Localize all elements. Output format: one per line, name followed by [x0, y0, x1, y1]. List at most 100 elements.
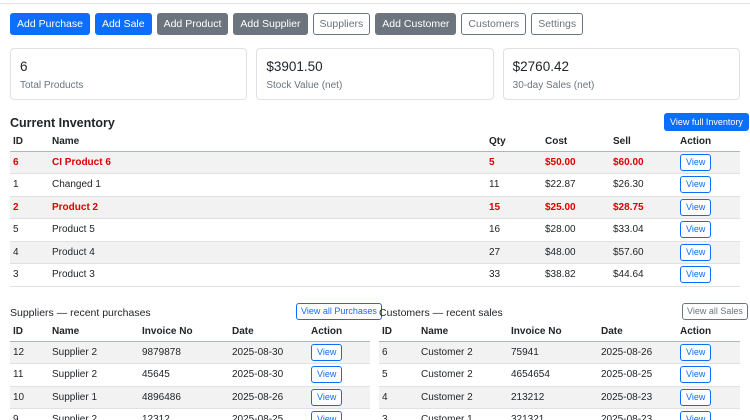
- view-product-button[interactable]: View: [680, 221, 712, 239]
- cell-id: 5: [10, 218, 49, 242]
- customers-table: ID Name Invoice No Date Action 6 Custome…: [379, 322, 740, 420]
- cell-qty: 5: [486, 151, 542, 174]
- view-all-purchases-button[interactable]: View all Purchases: [296, 303, 382, 320]
- cell-id: 3: [379, 408, 418, 420]
- inventory-row: 4 Product 4 27 $48.00 $57.60 View: [10, 241, 740, 264]
- cell-invoice: 45645: [139, 363, 229, 387]
- cell-date: 2025-08-26: [229, 386, 308, 409]
- customers-header-row: ID Name Invoice No Date Action: [379, 322, 740, 342]
- view-product-button[interactable]: View: [680, 243, 712, 261]
- cell-cost: $50.00: [542, 151, 610, 174]
- cell-sell: $33.04: [610, 218, 677, 242]
- view-product-button[interactable]: View: [680, 153, 712, 171]
- cell-action: View: [308, 386, 370, 409]
- cell-qty: 27: [486, 241, 542, 264]
- column-header-invoice: Invoice No: [508, 322, 598, 342]
- view-sale-button[interactable]: View: [680, 343, 712, 361]
- view-sale-button[interactable]: View: [680, 411, 712, 420]
- cell-invoice: 213212: [508, 386, 598, 409]
- stat-label: Stock Value (net): [266, 80, 343, 91]
- inventory-row: 2 Product 2 15 $25.00 $28.75 View: [10, 196, 740, 219]
- cell-invoice: 4654654: [508, 363, 598, 387]
- inventory-row: 6 CI Product 6 5 $50.00 $60.00 View: [10, 151, 740, 174]
- cell-invoice: 12312: [139, 408, 229, 420]
- cell-id: 6: [379, 341, 418, 364]
- column-header-cost: Cost: [542, 132, 610, 152]
- view-purchase-button[interactable]: View: [311, 388, 343, 406]
- cell-qty: 16: [486, 218, 542, 242]
- column-header-invoice: Invoice No: [139, 322, 229, 342]
- cell-id: 2: [10, 196, 49, 219]
- column-header-action: Action: [677, 322, 740, 342]
- view-sale-button[interactable]: View: [680, 388, 712, 406]
- cell-invoice: 75941: [508, 341, 598, 364]
- view-purchase-button[interactable]: View: [311, 343, 343, 361]
- suppliers-recent-purchases-title: Suppliers — recent purchases: [10, 307, 151, 319]
- cell-id: 12: [10, 341, 49, 364]
- cell-sell: $44.64: [610, 263, 677, 287]
- cell-cost: $28.00: [542, 218, 610, 242]
- cell-action: View: [677, 263, 740, 287]
- cell-action: View: [677, 218, 740, 242]
- settings-button[interactable]: Settings: [531, 13, 584, 35]
- cell-action: View: [677, 241, 740, 264]
- stat-card-30-day-sales: $2760.42 30-day Sales (net): [502, 48, 740, 100]
- view-purchase-button[interactable]: View: [311, 411, 343, 420]
- stat-label: Total Products: [20, 80, 84, 91]
- cell-id: 9: [10, 408, 49, 420]
- view-product-button[interactable]: View: [680, 198, 712, 216]
- cell-invoice: 4896486: [139, 386, 229, 409]
- top-divider: [0, 3, 750, 4]
- cell-action: View: [308, 363, 370, 387]
- add-supplier-button[interactable]: Add Supplier: [233, 13, 308, 35]
- add-customer-button[interactable]: Add Customer: [375, 13, 457, 35]
- column-header-id: ID: [10, 322, 49, 342]
- add-purchase-button[interactable]: Add Purchase: [10, 13, 90, 35]
- cell-action: View: [677, 151, 740, 174]
- cell-date: 2025-08-25: [598, 363, 677, 387]
- column-header-action: Action: [308, 322, 370, 342]
- cell-action: View: [677, 173, 740, 197]
- cell-name: Product 5: [49, 218, 486, 242]
- view-product-button[interactable]: View: [680, 266, 712, 284]
- cell-action: View: [677, 408, 740, 420]
- cell-id: 11: [10, 363, 49, 387]
- view-sale-button[interactable]: View: [680, 366, 712, 384]
- view-purchase-button[interactable]: View: [311, 366, 343, 384]
- add-product-button[interactable]: Add Product: [156, 13, 229, 35]
- view-product-button[interactable]: View: [680, 176, 712, 194]
- cell-name: Supplier 2: [49, 408, 139, 420]
- inventory-title: Current Inventory: [10, 116, 115, 130]
- inventory-row: 1 Changed 1 11 $22.87 $26.30 View: [10, 173, 740, 197]
- cell-name: Customer 2: [418, 363, 508, 387]
- column-header-sell: Sell: [610, 132, 677, 152]
- cell-name: Supplier 1: [49, 386, 139, 409]
- column-header-id: ID: [379, 322, 418, 342]
- stat-value: $2760.42: [512, 59, 569, 74]
- view-full-inventory-button[interactable]: View full Inventory: [664, 113, 749, 131]
- cell-name: CI Product 6: [49, 151, 486, 174]
- cell-sell: $26.30: [610, 173, 677, 197]
- add-sale-button[interactable]: Add Sale: [94, 13, 152, 35]
- cell-id: 4: [10, 241, 49, 264]
- table-row: 12 Supplier 2 9879878 2025-08-30 View: [10, 341, 370, 364]
- cell-date: 2025-08-30: [229, 363, 308, 387]
- cell-id: 1: [10, 173, 49, 197]
- stat-card-total-products: 6 Total Products: [10, 48, 248, 100]
- suppliers-button[interactable]: Suppliers: [312, 13, 371, 35]
- table-row: 4 Customer 2 213212 2025-08-23 View: [379, 386, 740, 409]
- inventory-table: ID Name Qty Cost Sell Action 6 CI Produc…: [10, 132, 740, 287]
- cell-qty: 11: [486, 173, 542, 197]
- cell-id: 4: [379, 386, 418, 409]
- customers-button[interactable]: Customers: [461, 13, 527, 35]
- stat-value: $3901.50: [266, 59, 323, 74]
- view-all-sales-button[interactable]: View all Sales: [682, 303, 748, 320]
- cell-sell: $60.00: [610, 151, 677, 174]
- cell-sell: $28.75: [610, 196, 677, 219]
- cell-name: Product 3: [49, 263, 486, 287]
- column-header-action: Action: [677, 132, 740, 152]
- cell-cost: $48.00: [542, 241, 610, 264]
- cell-cost: $25.00: [542, 196, 610, 219]
- action-toolbar: Add Purchase Add Sale Add Product Add Su…: [10, 13, 584, 35]
- cell-invoice: 321321: [508, 408, 598, 420]
